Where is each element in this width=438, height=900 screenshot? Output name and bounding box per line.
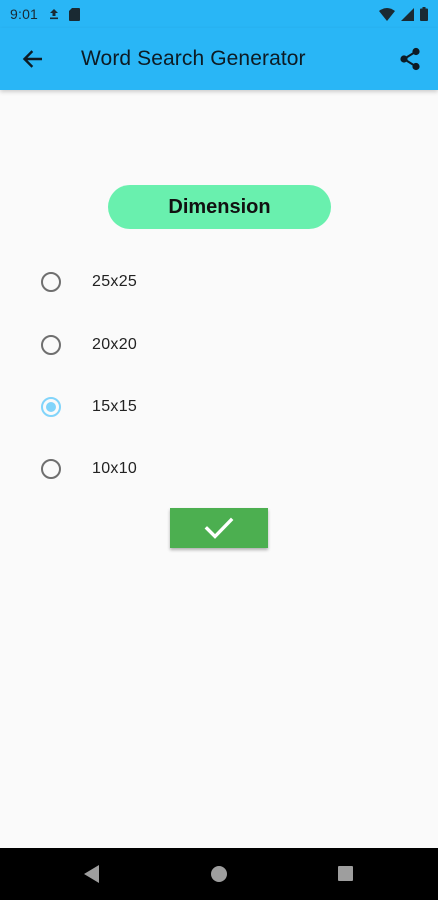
nav-home-icon[interactable] [211, 866, 227, 882]
check-icon [204, 517, 234, 539]
radio-button[interactable] [41, 272, 61, 292]
app-bar: Word Search Generator [0, 28, 438, 90]
option-15x15[interactable]: 15x15 [32, 387, 292, 427]
nav-back-icon[interactable] [84, 865, 100, 883]
share-button[interactable] [390, 39, 430, 79]
option-label: 25x25 [92, 273, 138, 290]
status-bar: 9:01 [0, 0, 438, 28]
signal-icon [401, 7, 414, 21]
option-label: 10x10 [92, 460, 138, 477]
dimension-label: Dimension [168, 195, 271, 218]
upload-icon [50, 9, 59, 20]
share-icon [400, 47, 420, 71]
option-25x25[interactable]: 25x25 [32, 262, 292, 302]
radio-button[interactable] [41, 335, 61, 355]
page-title: Word Search Generator [81, 47, 306, 70]
system-nav-bar [0, 848, 438, 900]
sd-card-icon [69, 7, 81, 21]
status-time: 9:01 [10, 6, 39, 22]
option-label: 15x15 [92, 398, 138, 415]
wifi-icon [379, 7, 395, 21]
dimension-header: Dimension [108, 185, 331, 229]
radio-button[interactable] [41, 459, 61, 479]
confirm-button[interactable] [170, 508, 268, 548]
option-label: 20x20 [92, 336, 138, 353]
radio-button-selected[interactable] [41, 397, 61, 417]
battery-icon [420, 7, 428, 21]
arrow-left-icon [22, 50, 42, 68]
nav-recents-icon[interactable] [338, 866, 353, 881]
back-button[interactable] [12, 39, 52, 79]
option-20x20[interactable]: 20x20 [32, 325, 292, 365]
option-10x10[interactable]: 10x10 [32, 449, 292, 489]
